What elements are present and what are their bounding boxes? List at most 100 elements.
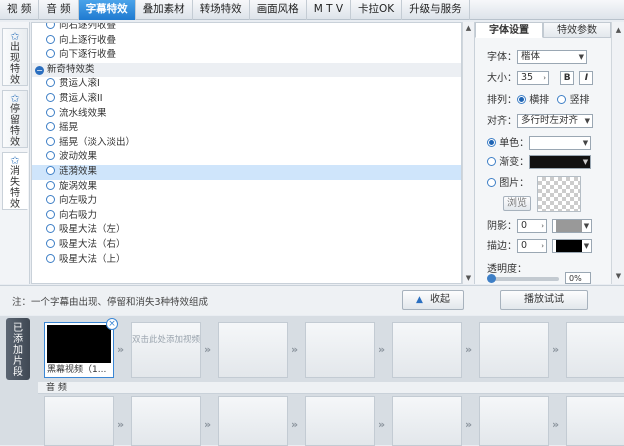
effect-category[interactable]: − 新奇特效类 xyxy=(32,62,461,78)
effect-list-item[interactable]: 摇晃（淡入淡出） xyxy=(32,136,461,151)
effect-list-item[interactable]: 涟漪效果 xyxy=(32,164,461,180)
gradient-select[interactable]: ▼ xyxy=(529,155,592,169)
single-color-select[interactable]: ▼ xyxy=(529,136,592,150)
panel-scrollbar[interactable]: ▲ ▼ xyxy=(611,22,624,284)
radio-icon[interactable] xyxy=(46,224,55,234)
radio-icon[interactable] xyxy=(46,151,55,161)
effect-list-item[interactable]: 贯运人滚II xyxy=(32,92,461,107)
radio-icon[interactable] xyxy=(46,23,55,29)
effect-list-item[interactable]: 吸星大法（右） xyxy=(32,238,461,253)
effect-list-item[interactable]: 流水线效果 xyxy=(32,107,461,122)
effect-label: 摇晃（淡入淡出） xyxy=(59,136,136,148)
scroll-down-icon[interactable]: ▼ xyxy=(463,272,474,284)
effect-label: 向右逐列收叠 xyxy=(59,22,117,31)
collapse-icon[interactable]: − xyxy=(35,65,44,75)
tab-5[interactable]: 画面风格 xyxy=(250,0,307,20)
tab-1[interactable]: 音 频 xyxy=(39,0,79,20)
font-row: 字体： 楷体 ▼ xyxy=(487,50,587,66)
stroke-select[interactable]: 0 › xyxy=(517,239,547,253)
effect-list-item[interactable]: 吸星大法（上） xyxy=(32,253,461,268)
radio-icon[interactable] xyxy=(46,92,55,102)
tab-0[interactable]: 视 频 xyxy=(0,0,40,20)
empty-audio-slot[interactable] xyxy=(131,396,201,446)
italic-button[interactable]: I xyxy=(579,71,594,85)
empty-audio-slot[interactable] xyxy=(479,396,549,446)
gradient-radio[interactable] xyxy=(487,157,496,166)
radio-icon[interactable] xyxy=(46,107,55,117)
chevron-right-icon: » xyxy=(291,418,299,431)
collapse-button[interactable]: ▲ 收起 xyxy=(402,290,464,310)
radio-icon[interactable] xyxy=(46,78,55,88)
font-select[interactable]: 楷体 ▼ xyxy=(517,50,587,64)
tab-2[interactable]: 字幕特效 xyxy=(78,0,136,20)
empty-clip-slot[interactable] xyxy=(392,322,462,378)
radio-icon[interactable] xyxy=(46,253,55,263)
effect-list-item[interactable]: 向左吸力 xyxy=(32,194,461,209)
effect-list-item[interactable]: 摇晃 xyxy=(32,121,461,136)
tab-disappear-effect[interactable]: ✩ 消失特效 xyxy=(2,152,28,210)
shadow-color-select[interactable]: ▼ xyxy=(552,219,593,233)
tab-6[interactable]: M T V xyxy=(307,0,352,20)
radio-icon[interactable] xyxy=(46,34,55,44)
effect-list-item[interactable]: 向右逐列收叠 xyxy=(32,22,461,34)
play-preview-button[interactable]: 播放试试 xyxy=(500,290,588,310)
bold-button[interactable]: B xyxy=(560,71,575,85)
effect-list-item[interactable]: 贯运人滚I xyxy=(32,77,461,92)
shadow-label: 阴影： xyxy=(487,221,517,232)
shadow-select[interactable]: 0 › xyxy=(517,219,547,233)
opacity-slider-handle[interactable] xyxy=(487,274,496,283)
empty-clip-slot[interactable] xyxy=(479,322,549,378)
radio-icon[interactable] xyxy=(46,195,55,205)
effect-list-item[interactable]: 向下逐行收叠 xyxy=(32,48,461,63)
tab-7[interactable]: 卡拉OK xyxy=(351,0,403,20)
stroke-color-select[interactable]: ▼ xyxy=(552,239,593,253)
radio-icon[interactable] xyxy=(46,49,55,59)
image-radio[interactable] xyxy=(487,178,496,187)
empty-audio-slot[interactable] xyxy=(44,396,114,446)
effect-list-item[interactable]: 旋涡效果 xyxy=(32,180,461,195)
scroll-down-icon[interactable]: ▼ xyxy=(612,270,624,282)
clip-black-video[interactable]: 黑幕视频（1... × xyxy=(44,318,118,378)
tab-font-settings[interactable]: 字体设置 xyxy=(475,22,543,38)
close-icon[interactable]: × xyxy=(106,318,118,330)
empty-clip-slot[interactable] xyxy=(218,322,288,378)
radio-icon[interactable] xyxy=(46,238,55,248)
layout-vertical-radio[interactable] xyxy=(557,95,567,104)
empty-clip-slot[interactable] xyxy=(566,322,624,378)
audio-track-header: 音 频 xyxy=(38,382,624,394)
layout-horizontal-radio[interactable] xyxy=(517,95,526,104)
tab-appear-effect[interactable]: ✩ 出现特效 xyxy=(2,28,28,86)
empty-audio-slot[interactable] xyxy=(218,396,288,446)
tab-stay-effect[interactable]: ✩ 停留特效 xyxy=(2,90,28,148)
stroke-color-swatch xyxy=(556,240,583,252)
single-color-radio[interactable] xyxy=(487,138,496,147)
effect-list-item[interactable]: 向上逐行收叠 xyxy=(32,34,461,49)
opacity-slider[interactable] xyxy=(487,274,559,283)
radio-icon[interactable] xyxy=(46,180,55,190)
align-label: 对齐： xyxy=(487,116,517,127)
empty-clip-slot[interactable] xyxy=(305,322,375,378)
tab-effect-params[interactable]: 特效参数 xyxy=(543,22,611,38)
scroll-up-icon[interactable]: ▲ xyxy=(463,22,474,34)
radio-icon[interactable] xyxy=(46,209,55,219)
align-select[interactable]: 多行时左对齐 ▼ xyxy=(517,114,593,128)
opacity-value[interactable]: 0% xyxy=(565,272,591,284)
tab-8[interactable]: 升级与服务 xyxy=(402,0,470,20)
effect-list-item[interactable]: 向右吸力 xyxy=(32,209,461,224)
effect-list-item[interactable]: 吸星大法（左） xyxy=(32,223,461,238)
layout-vertical-label: 竖排 xyxy=(569,95,590,106)
size-select[interactable]: 35 › xyxy=(517,71,549,85)
empty-audio-slot[interactable] xyxy=(392,396,462,446)
scroll-up-icon[interactable]: ▲ xyxy=(612,24,624,36)
effect-list-item[interactable]: 波动效果 xyxy=(32,150,461,165)
empty-audio-slot[interactable] xyxy=(566,396,624,446)
empty-clip-slot[interactable]: 双击此处添加视频 xyxy=(131,322,201,378)
empty-audio-slot[interactable] xyxy=(305,396,375,446)
radio-icon[interactable] xyxy=(46,136,55,146)
tab-3[interactable]: 叠加素材 xyxy=(136,0,193,20)
radio-icon[interactable] xyxy=(46,165,55,175)
tab-4[interactable]: 转场特效 xyxy=(193,0,250,20)
browse-button[interactable]: 浏览 xyxy=(503,196,531,211)
radio-icon[interactable] xyxy=(46,122,55,132)
effect-list-scrollbar[interactable]: ▲ ▼ xyxy=(462,22,474,284)
